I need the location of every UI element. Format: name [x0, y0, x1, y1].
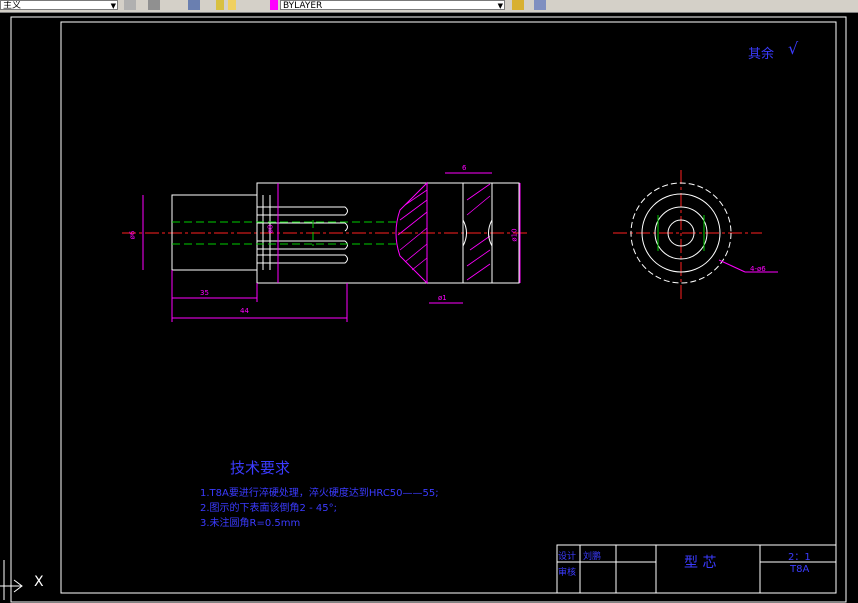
layer-properties-icon[interactable]	[124, 0, 136, 10]
drawing-svg	[0, 16, 847, 603]
layer-select[interactable]: 主义 ▼	[0, 0, 118, 10]
toolbar: 主义 ▼ BYLAYER ▼	[0, 0, 858, 13]
dim-right-dia: ø10	[510, 228, 519, 242]
tb-part-name: 型 芯	[684, 555, 717, 571]
layer-states-icon[interactable]	[148, 0, 160, 10]
tb-checker: 审核	[558, 568, 577, 578]
note-1: 1.T8A要进行淬硬处理，淬火硬度达到HRC50——55;	[200, 488, 439, 499]
dim-left-dia: ø6	[128, 230, 137, 240]
layer-previous-icon[interactable]	[188, 0, 200, 10]
linetype-select[interactable]: BYLAYER ▼	[280, 0, 505, 10]
dim-bottom-width: ø1	[438, 294, 447, 302]
color-swatch-icon[interactable]	[270, 0, 278, 10]
dim-hole-note: 4-ø6	[750, 265, 766, 273]
ucs-x-label: X	[34, 574, 44, 590]
tb-material: T8A	[790, 564, 810, 575]
dim-len-1: 35	[200, 289, 209, 297]
finish-symbol: √	[788, 39, 799, 58]
sheet-border	[10, 16, 847, 603]
layer-select-value: 主义	[3, 1, 22, 10]
plot-style-icon[interactable]	[534, 0, 546, 10]
tb-name: 刘鹏	[583, 552, 602, 562]
note-3: 3.未注圆角R=0.5mm	[200, 518, 301, 529]
tech-title: 技术要求	[230, 459, 291, 477]
note-2: 2.图示的下表面该倒角2 - 45°;	[200, 503, 337, 514]
tb-scale: 2：1	[788, 552, 811, 563]
leader-line	[718, 259, 746, 273]
drawing-canvas[interactable]: 其余 √ ø6 ø8 ø10 35 44 6 ø1 4-ø6 技术要求 1.T8…	[0, 13, 858, 603]
sun-icon[interactable]	[228, 0, 236, 10]
dim-mid-dia: ø8	[266, 224, 275, 234]
lightbulb-icon[interactable]	[216, 0, 224, 10]
properties-icon[interactable]	[512, 0, 524, 10]
linetype-select-value: BYLAYER	[283, 1, 323, 10]
finish-label: 其余	[748, 47, 775, 62]
tb-designer: 设计	[558, 552, 577, 562]
chevron-down-icon: ▼	[110, 2, 116, 10]
chevron-down-icon: ▼	[497, 2, 503, 10]
dim-len-2: 44	[240, 307, 249, 315]
drawing-frame	[60, 21, 837, 594]
dim-top-width: 6	[462, 164, 467, 172]
